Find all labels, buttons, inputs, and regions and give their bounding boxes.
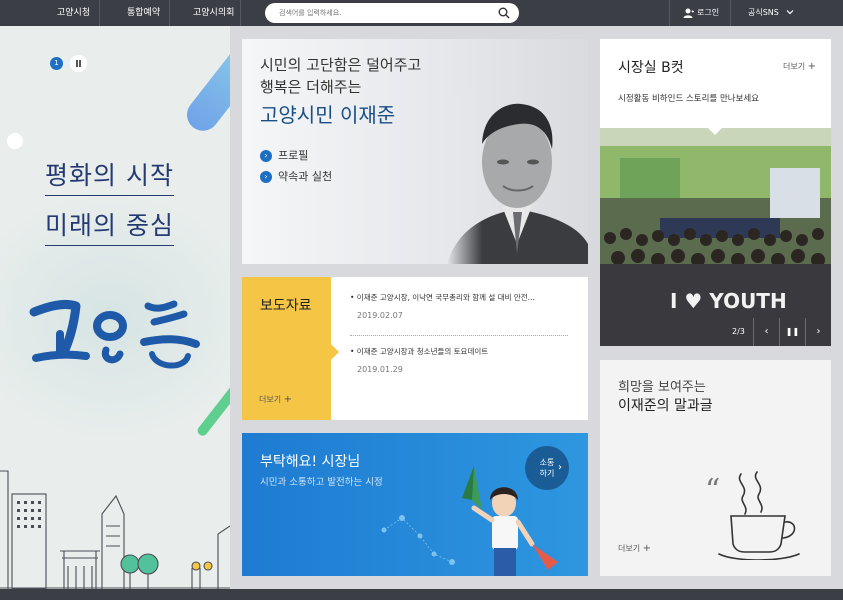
- ask-mayor-title: 부탁해요! 시장님: [260, 454, 361, 470]
- plus-icon: +: [283, 394, 293, 405]
- official-sns-dropdown[interactable]: 공식SNS: [748, 0, 794, 26]
- words-title: 이재준의 말과글: [618, 398, 713, 414]
- mayor-name: 고양시민 이재준: [260, 103, 396, 127]
- top-navigation-bar: 고양시청 통합예약 고양시의회 로그인 공식SNS: [0, 0, 843, 26]
- b-cut-more-button[interactable]: 더보기 +: [783, 61, 816, 72]
- quote-mark-icon: “: [705, 473, 720, 508]
- words-more-label: 더보기: [618, 544, 641, 553]
- press-divider: [350, 335, 568, 336]
- mayor-profile-card: 시민의 고단함은 덜어주고 행복은 더해주는 고양시민 이재준 › 프로필 › 약속…: [242, 39, 588, 264]
- mayor-portrait-photo: [447, 94, 588, 264]
- nav-item-reservation[interactable]: 통합예약: [127, 0, 160, 26]
- press-release-card: 보도자료 더보기 + • 이재준 고양시장, 이낙연 국무총리와 함께 설 대비…: [242, 277, 588, 420]
- photo-notch: [708, 128, 722, 135]
- press-release-header: 보도자료 더보기 +: [242, 277, 339, 420]
- promise-link-label: 약속과 실천: [278, 170, 333, 183]
- photo-slider-controls: 2/3 ‹ ❚❚ ›: [600, 318, 831, 346]
- chevron-left-icon: ‹: [764, 326, 769, 337]
- decorative-circle: [7, 133, 23, 149]
- slide-pause-button[interactable]: [70, 55, 87, 72]
- profile-link-label: 프로필: [278, 149, 309, 162]
- photo-next-button[interactable]: ›: [805, 318, 831, 346]
- pause-icon: ❚❚: [785, 327, 800, 336]
- b-cut-more-label: 더보기: [783, 62, 806, 71]
- nav-divider: [169, 0, 170, 26]
- main-visual-banner: 1 평화의 시작 미래의 중심: [0, 26, 230, 589]
- ask-the-mayor-card[interactable]: 부탁해요! 시장님 시민과 소통하고 발전하는 시정 소통 하기 ›: [242, 433, 588, 576]
- photo-pause-button[interactable]: ❚❚: [779, 318, 805, 346]
- words-tagline: 희망을 보여주는: [618, 380, 706, 395]
- goyang-calligraphy-logo: [29, 299, 200, 369]
- nav-divider: [669, 0, 670, 26]
- nav-divider: [240, 0, 241, 26]
- press-release-title: 보도자료: [260, 298, 312, 314]
- b-cut-description: 시정활동 비하인드 스토리를 만나보세요: [618, 94, 760, 104]
- chevron-right-icon: ›: [260, 150, 272, 162]
- official-sns-label: 공식SNS: [748, 8, 779, 17]
- nav-divider: [730, 0, 731, 26]
- plus-icon: +: [642, 543, 652, 554]
- coffee-cup-icon: “: [705, 471, 800, 560]
- photo-prev-button[interactable]: ‹: [753, 318, 779, 346]
- words-more-button[interactable]: 더보기 +: [618, 543, 651, 554]
- youth-banner-text: I ♥ YOUTH: [670, 289, 787, 313]
- nav-item-city-hall[interactable]: 고양시청: [57, 0, 90, 26]
- chevron-right-icon: ›: [558, 462, 562, 473]
- profile-tagline-2: 행복은 더해주는: [260, 78, 362, 96]
- b-cut-title: 시장실 B컷: [618, 60, 684, 76]
- office-b-cut-card: 시장실 B컷 더보기 + 시정활동 비하인드 스토리를 만나보세요 I ♥ YO…: [600, 39, 831, 346]
- slide-indicator[interactable]: 1: [50, 57, 63, 70]
- chevron-right-icon: ›: [260, 171, 272, 183]
- login-label: 로그인: [697, 8, 720, 17]
- nav-divider: [99, 0, 100, 26]
- cta-label-2: 하기: [539, 469, 555, 478]
- search-input[interactable]: [279, 6, 489, 20]
- press-item-date: 2019.01.29: [357, 365, 403, 374]
- search-box: [265, 3, 519, 23]
- profile-link[interactable]: › 프로필: [260, 147, 308, 163]
- nav-item-city-council[interactable]: 고양시의회: [193, 0, 234, 26]
- slogan-line-2: 미래의 중심: [45, 206, 174, 246]
- profile-tagline-1: 시민의 고단함은 덜어주고: [260, 56, 422, 74]
- press-more-label: 더보기: [259, 395, 282, 404]
- promise-practice-link[interactable]: › 약속과 실천: [260, 168, 332, 184]
- decorative-blue-stripe: [180, 30, 230, 138]
- youth-event-photo[interactable]: I ♥ YOUTH: [600, 128, 831, 346]
- press-item-title[interactable]: • 이재준 고양시장과 청소년들의 토요데이트: [350, 346, 570, 357]
- press-more-button[interactable]: 더보기 +: [259, 394, 292, 405]
- user-icon: [683, 8, 694, 18]
- communicate-button[interactable]: 소통 하기 ›: [525, 446, 569, 490]
- bottom-bar: [0, 589, 843, 600]
- search-icon[interactable]: [498, 7, 510, 19]
- photo-counter: 2/3: [732, 327, 745, 336]
- slogan-line-1: 평화의 시작: [45, 156, 174, 196]
- press-item-date: 2019.02.07: [357, 311, 403, 320]
- chevron-down-icon: [786, 10, 794, 15]
- chevron-right-icon: ›: [816, 326, 821, 337]
- login-button[interactable]: 로그인: [683, 0, 719, 26]
- press-item-title[interactable]: • 이재준 고양시장, 이낙연 국무총리와 함께 설 대비 안전...: [350, 292, 570, 303]
- city-skyline-illustration: [0, 470, 230, 589]
- mayor-words-card: 희망을 보여주는 이재준의 말과글 “ 더보기 +: [600, 360, 831, 576]
- tag-notch: [331, 344, 339, 360]
- cta-label-1: 소통: [539, 458, 555, 467]
- plus-icon: +: [807, 61, 817, 72]
